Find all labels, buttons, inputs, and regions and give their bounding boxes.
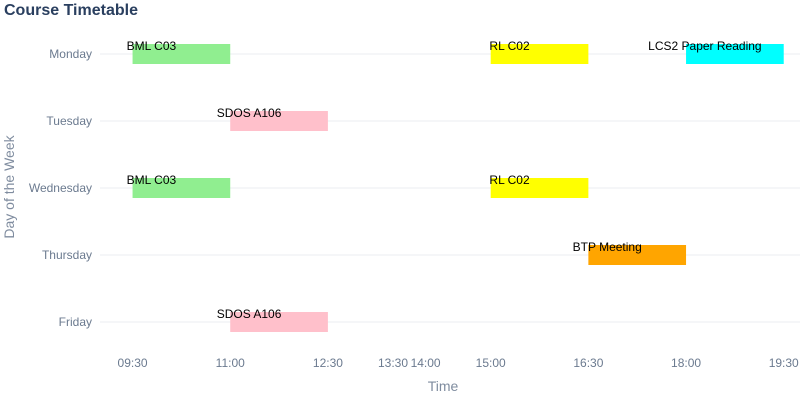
x-tick-1500: 15:00 (476, 356, 506, 370)
event-label-7: SDOS A106 (217, 307, 282, 321)
event-label-5: RL C02 (489, 173, 530, 187)
event-label-4: BML C03 (127, 173, 177, 187)
y-tick-friday: Friday (59, 315, 92, 329)
chart-title: Course Timetable (4, 2, 138, 19)
x-tick-1400: 14:00 (411, 356, 441, 370)
x-tick-0930: 09:30 (118, 356, 148, 370)
event-label-0: BML C03 (127, 39, 177, 53)
x-tick-1330: 13:30 (378, 356, 408, 370)
x-tick-1800: 18:00 (671, 356, 701, 370)
y-axis-title: Day of the Week (1, 134, 17, 238)
x-tick-1230: 12:30 (313, 356, 343, 370)
y-tick-monday: Monday (49, 47, 92, 61)
x-tick-1630: 16:30 (573, 356, 603, 370)
event-label-6: BTP Meeting (573, 240, 642, 254)
y-tick-labels: Monday Tuesday Wednesday Thursday Friday (29, 47, 92, 329)
event-label-2: LCS2 Paper Reading (648, 39, 761, 53)
y-tick-thursday: Thursday (42, 248, 92, 262)
y-tick-wednesday: Wednesday (29, 181, 92, 195)
timetable-chart: Course Timetable BML C03 RL C02 LCS2 Paper… (1, 2, 800, 394)
event-label-1: RL C02 (489, 39, 530, 53)
x-tick-labels: 09:30 11:00 12:30 13:30 14:00 15:00 16:30 18:00… (118, 356, 800, 370)
x-tick-1930: 19:30 (769, 356, 799, 370)
y-tick-tuesday: Tuesday (46, 114, 92, 128)
x-tick-1100: 11:00 (216, 356, 245, 370)
x-axis-title: Time (428, 378, 459, 394)
event-label-3: SDOS A106 (217, 106, 282, 120)
